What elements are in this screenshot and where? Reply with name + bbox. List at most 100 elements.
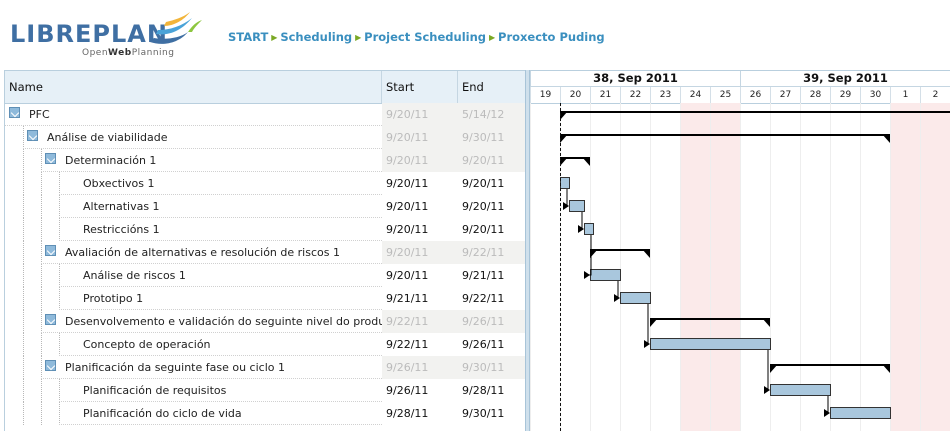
tree-guide-line: [59, 402, 60, 425]
collapse-toggle-icon[interactable]: [27, 130, 38, 141]
bird-icon: [150, 12, 202, 44]
task-name[interactable]: Restriccións 1: [83, 218, 160, 241]
task-end-date[interactable]: 9/20/11: [458, 172, 526, 195]
container-bar-start-cap: [770, 364, 778, 373]
tree-guide-line: [41, 172, 42, 195]
task-end-date[interactable]: 9/30/11: [458, 402, 526, 425]
task-name[interactable]: Concepto de operación: [83, 333, 211, 356]
container-bar[interactable]: [560, 111, 950, 113]
task-name[interactable]: PFC: [29, 103, 50, 126]
task-row[interactable]: Obxectivos 1 9/20/11 9/20/11: [5, 172, 526, 195]
task-name[interactable]: Análise de viabilidade: [47, 126, 168, 149]
task-row[interactable]: Avaliación de alternativas e resolución …: [5, 241, 526, 264]
task-name[interactable]: Desenvolvemento e validación do seguinte…: [65, 310, 413, 333]
container-bar-start-cap: [560, 111, 568, 120]
task-end-date[interactable]: 9/28/11: [458, 379, 526, 402]
day-label: 22: [620, 87, 650, 103]
task-row[interactable]: Planificación de requisitos 9/26/11 9/28/1…: [5, 379, 526, 402]
task-row[interactable]: Desenvolvemento e validación do seguinte…: [5, 310, 526, 333]
task-row[interactable]: Planificación da seguinte fase ou ciclo …: [5, 356, 526, 379]
task-name[interactable]: Planificación da seguinte fase ou ciclo …: [65, 356, 285, 379]
task-bar[interactable]: [830, 407, 891, 419]
task-start-date[interactable]: 9/26/11: [382, 379, 458, 402]
dependency-arrow: [616, 281, 619, 299]
task-bar[interactable]: [620, 292, 651, 304]
task-row[interactable]: Planificación do ciclo de vida 9/28/11 9/3…: [5, 402, 526, 425]
task-end-date[interactable]: 9/21/11: [458, 264, 526, 287]
task-row[interactable]: Concepto de operación 9/22/11 9/26/11: [5, 333, 526, 356]
column-header-name[interactable]: Name: [5, 71, 382, 103]
column-header-start[interactable]: Start: [382, 71, 458, 103]
collapse-toggle-icon[interactable]: [45, 153, 56, 164]
tree-guide-line: [23, 172, 24, 195]
day-label: 28: [800, 87, 830, 103]
task-name[interactable]: Prototipo 1: [83, 287, 143, 310]
task-start-date[interactable]: 9/20/11: [382, 195, 458, 218]
task-row[interactable]: PFC 9/20/11 5/14/12: [5, 103, 526, 126]
breadcrumb-project[interactable]: Proxecto Puding: [498, 30, 605, 44]
task-name[interactable]: Determinación 1: [65, 149, 156, 172]
task-row[interactable]: Prototipo 1 9/21/11 9/22/11: [5, 287, 526, 310]
task-start-date[interactable]: 9/21/11: [382, 287, 458, 310]
tree-guide-line: [23, 241, 24, 264]
container-bar[interactable]: [770, 364, 890, 366]
task-start-date[interactable]: 9/22/11: [382, 333, 458, 356]
task-bar[interactable]: [560, 177, 570, 189]
libreplan-logo[interactable]: LIBREPLAN OpenWebPlanning: [10, 12, 210, 62]
task-end-date[interactable]: 9/20/11: [458, 195, 526, 218]
task-start-date: 9/20/11: [382, 241, 458, 264]
container-bar[interactable]: [560, 134, 890, 136]
collapse-toggle-icon[interactable]: [45, 360, 56, 371]
collapse-toggle-icon[interactable]: [45, 314, 56, 325]
day-label: 21: [590, 87, 620, 103]
task-start-date[interactable]: 9/20/11: [382, 172, 458, 195]
timeline-days: 19 20 21 22 23 24 25 26 27 28 29 30 1 2: [530, 86, 950, 104]
task-row[interactable]: Análise de viabilidade 9/20/11 9/30/11: [5, 126, 526, 149]
container-bar-end-cap: [762, 318, 770, 327]
task-end-date[interactable]: 9/22/11: [458, 287, 526, 310]
week-label: 39, Sep 2011: [740, 71, 950, 86]
container-bar-start-cap: [560, 157, 568, 166]
task-name[interactable]: Análise de riscos 1: [83, 264, 186, 287]
task-start-date: 9/26/11: [382, 356, 458, 379]
container-bar[interactable]: [650, 318, 770, 320]
task-start-date[interactable]: 9/20/11: [382, 264, 458, 287]
task-name[interactable]: Planificación de requisitos: [83, 379, 226, 402]
day-label: 30: [860, 87, 890, 103]
breadcrumb-scheduling[interactable]: Scheduling: [280, 30, 352, 44]
task-name[interactable]: Obxectivos 1: [83, 172, 154, 195]
week-label: 38, Sep 2011: [530, 71, 740, 86]
tree-guide-line: [41, 333, 42, 356]
app-header: LIBREPLAN OpenWebPlanning START ▶ Scheduli…: [0, 0, 950, 68]
tree-guide-line: [41, 287, 42, 310]
task-bar[interactable]: [590, 269, 621, 281]
gantt-chart: 38, Sep 2011 39, Sep 2011 19 20 21 22 23 24 25 2…: [530, 70, 950, 431]
tree-guide-line: [41, 310, 42, 333]
task-bar[interactable]: [650, 338, 771, 350]
breadcrumb-project-scheduling[interactable]: Project Scheduling: [364, 30, 486, 44]
breadcrumb-start[interactable]: START: [228, 30, 268, 44]
task-bar[interactable]: [770, 384, 831, 396]
tree-guide-line: [23, 310, 24, 333]
task-start-date[interactable]: 9/28/11: [382, 402, 458, 425]
tree-guide-line: [23, 264, 24, 287]
task-bar[interactable]: [584, 223, 594, 235]
task-start-date: 9/20/11: [382, 103, 458, 126]
task-start-date[interactable]: 9/20/11: [382, 218, 458, 241]
tree-guide-line: [23, 195, 24, 218]
collapse-toggle-icon[interactable]: [9, 107, 20, 118]
task-end-date[interactable]: 9/26/11: [458, 333, 526, 356]
task-row[interactable]: Análise de riscos 1 9/20/11 9/21/11: [5, 264, 526, 287]
container-bar[interactable]: [590, 249, 650, 251]
collapse-toggle-icon[interactable]: [45, 245, 56, 256]
tree-guide-line: [41, 379, 42, 402]
task-row[interactable]: Restriccións 1 9/20/11 9/20/11: [5, 218, 526, 241]
task-name[interactable]: Planificación do ciclo de vida: [83, 402, 242, 425]
task-name[interactable]: Alternativas 1: [83, 195, 160, 218]
task-row[interactable]: Determinación 1 9/20/11 9/20/11: [5, 149, 526, 172]
task-row[interactable]: Alternativas 1 9/20/11 9/20/11: [5, 195, 526, 218]
column-header-end[interactable]: End: [458, 71, 526, 103]
task-name[interactable]: Avaliación de alternativas e resolución …: [65, 241, 340, 264]
task-end-date[interactable]: 9/20/11: [458, 218, 526, 241]
task-bar[interactable]: [569, 200, 585, 212]
